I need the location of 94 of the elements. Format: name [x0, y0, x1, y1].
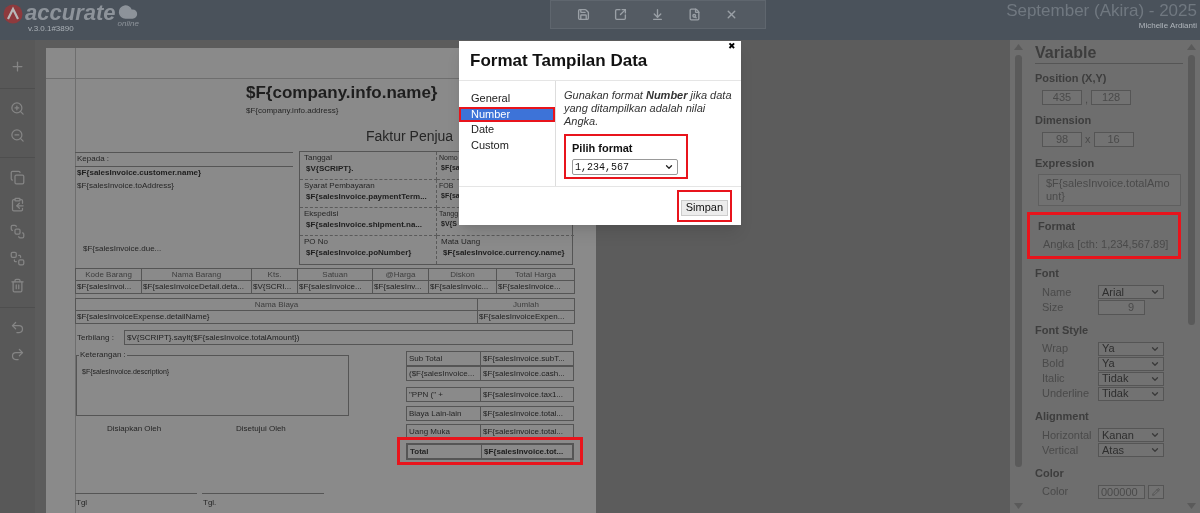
report-label: Tgl.: [203, 499, 217, 507]
export-icon[interactable]: [613, 8, 627, 21]
version-text: v.3.0.1#3890: [27, 24, 75, 33]
table-header: Nama Barang: [142, 269, 252, 281]
table-header: Kts.: [252, 269, 298, 281]
zoom-out-icon[interactable]: [10, 128, 25, 143]
table-cell: $V{SCRI...: [252, 281, 298, 293]
report-field: $F{salesInvoice.tax1...: [481, 388, 575, 401]
chevron-down-icon: [1150, 287, 1160, 297]
table-cell-text: $F{salesInvoiceExpen...: [478, 311, 566, 323]
redo-icon[interactable]: [10, 347, 25, 362]
copy-icon[interactable]: [10, 170, 25, 185]
report-label: Uang Muka: [407, 425, 481, 438]
send-to-back-icon[interactable]: [10, 251, 25, 266]
logo-icon: [3, 4, 23, 24]
dialog-title: Format Tampilan Data: [470, 52, 648, 69]
report-field: $F{salesInvoice.paymentTerm...: [304, 193, 436, 201]
paste-icon[interactable]: [10, 197, 25, 212]
report-field: $F{salesInvoice.shipment.na...: [304, 221, 436, 229]
report-field: $F{salesInvoice.subT...: [481, 352, 575, 365]
report-label: Mata Uang: [441, 238, 482, 246]
table-header: Jumlah: [478, 299, 574, 311]
zoom-in-icon[interactable]: [10, 101, 25, 116]
table-header: Nama Biaya: [76, 299, 478, 311]
report-label: Kepada :: [77, 155, 110, 163]
table-header: Total Harga: [497, 269, 574, 281]
category-item[interactable]: Custom: [459, 137, 555, 153]
report-field: $F{salesInvoice.currency.name}: [441, 249, 574, 257]
report-field: $V{SCRIPT}.: [304, 165, 436, 173]
report-label: Ekspedisi: [304, 210, 340, 218]
table-header: @Harga: [373, 269, 429, 281]
download-icon[interactable]: [650, 8, 664, 21]
report-label: Disetujui Oleh: [236, 425, 286, 433]
report-label: ($F{salesInvoice...: [407, 367, 481, 380]
select-field[interactable]: Atas: [1098, 443, 1164, 457]
table-cell: $F{salesInv...: [373, 281, 429, 293]
report-field: $F{company.info.address}: [246, 107, 339, 115]
report-field: $F{salesInvoice.due...: [83, 245, 162, 253]
report-label: "PPN (" +: [407, 388, 481, 401]
format-label: Pilih format: [572, 143, 634, 154]
report-field: $F{salesInvoice.toAddress}: [77, 182, 174, 190]
table-header: Satuan: [298, 269, 373, 281]
report-label: Syarat Pembayaran: [304, 182, 376, 190]
select-field[interactable]: Tidak: [1098, 386, 1164, 401]
separator-text: ,: [1085, 94, 1089, 105]
add-icon[interactable]: [10, 59, 25, 74]
pencil-icon: [1152, 487, 1160, 496]
undo-icon[interactable]: [10, 320, 25, 335]
document-search-icon[interactable]: [688, 8, 702, 21]
format-select[interactable]: 1,234,567: [572, 159, 678, 175]
report-label: Tanggal: [304, 154, 334, 162]
table-cell: $F{salesInvoiceDetail.deta...: [142, 281, 252, 293]
category-item[interactable]: Date: [459, 122, 555, 138]
report-field: $F{salesInvoice.poNumber}: [304, 249, 436, 257]
chevron-down-icon: [664, 162, 674, 172]
save-button[interactable]: Simpan: [680, 199, 728, 216]
table-cell: $F{salesInvoice...: [298, 281, 373, 293]
report-label: Terbilang :: [77, 334, 114, 342]
report-label: Total: [408, 445, 482, 458]
select-field[interactable]: Ya: [1098, 341, 1164, 356]
report-label: Disiapkan Oleh: [107, 425, 162, 433]
table-cell: $F{salesInvoiceExpense.detailName}: [76, 311, 478, 323]
select-field[interactable]: Arial: [1098, 285, 1164, 299]
report-field: $F{salesInvoice.tot...: [482, 445, 576, 458]
cloud-icon: [118, 2, 139, 22]
report-field: $V{SCRIPT}.sayIt($F{salesInvoice.totalAmount}): [124, 330, 573, 345]
table-header: Kode Barang: [76, 269, 142, 281]
report-label: Tgl: [76, 499, 88, 507]
category-item[interactable]: General: [459, 91, 555, 107]
table-cell: $F{salesInvoi...: [76, 281, 142, 293]
report-label: Keterangan :: [79, 351, 127, 359]
bring-to-front-icon[interactable]: [10, 224, 25, 239]
color-picker-button[interactable]: [1148, 484, 1164, 499]
report-field: $F{company.info.name}: [246, 84, 438, 101]
user-name: Michelle Ardianti: [1138, 21, 1197, 30]
table-cell-text: $F{salesInvoice...: [497, 281, 562, 293]
save-icon[interactable]: [576, 8, 590, 21]
trash-icon[interactable]: [10, 278, 25, 293]
report-label: Sub Total: [407, 352, 481, 365]
report-field: $F{salesInvoice.total...: [481, 425, 575, 438]
close-button[interactable]: ✖: [728, 42, 736, 51]
report-label: Biaya Lain-lain: [407, 407, 481, 420]
report-field: $F{salesInvoice.total...: [481, 407, 575, 420]
report-field: $F{salesInvoice.cash...: [481, 367, 575, 380]
select-field[interactable]: Tidak: [1098, 371, 1164, 386]
table-cell: $F{salesInvoic...: [429, 281, 497, 293]
report-title: Faktur Penjua: [366, 129, 454, 143]
category-item[interactable]: Number: [459, 106, 555, 122]
select-field[interactable]: Ya: [1098, 356, 1164, 371]
table-header: Diskon: [429, 269, 497, 281]
report-label: PO No: [304, 238, 329, 246]
select-field[interactable]: Kanan: [1098, 428, 1164, 442]
logo-text: accurate: [25, 2, 116, 24]
report-field: $F{salesInvoice.customer.name}: [77, 169, 202, 177]
